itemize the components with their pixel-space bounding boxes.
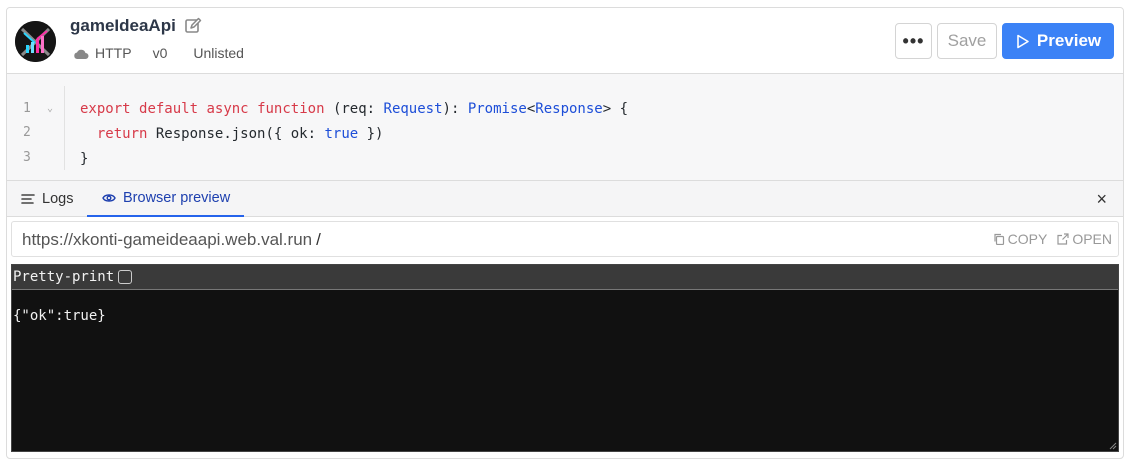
gutter-divider [64, 86, 65, 170]
line-number: 2 [23, 125, 31, 140]
pretty-print-checkbox[interactable] [118, 270, 133, 284]
pretty-print-bar: Pretty-print [12, 265, 1118, 290]
val-meta: HTTP v0 Unlisted [73, 45, 244, 61]
preview-button-label: Preview [1036, 31, 1102, 50]
preview-url-path[interactable]: / [316, 230, 321, 249]
bottom-tabs: Logs Browser preview × [7, 181, 1123, 217]
more-options-button[interactable]: ••• [895, 23, 932, 59]
tab-logs[interactable]: Logs [21, 181, 73, 217]
avatar[interactable] [15, 21, 56, 62]
val-version[interactable]: v0 [153, 45, 168, 61]
resize-grip-icon[interactable] [1108, 441, 1117, 450]
url-actions: COPY OPEN [993, 231, 1112, 247]
avatar-logo-icon [15, 21, 56, 62]
copy-url-button[interactable]: COPY [993, 231, 1048, 247]
save-button[interactable]: Save [937, 23, 997, 59]
list-icon [21, 194, 35, 204]
pencil-square-icon[interactable] [184, 17, 202, 35]
cloud-icon [73, 47, 89, 59]
val-title[interactable]: gameIdeaApi [70, 16, 176, 36]
val-visibility[interactable]: Unlisted [193, 45, 244, 61]
preview-url-host: https://xkonti-gameideaapi.web.val.run [22, 230, 313, 249]
tab-browser-preview[interactable]: Browser preview [87, 181, 245, 217]
copy-icon [994, 233, 1004, 245]
response-viewer[interactable]: Pretty-print {"ok":true} [11, 264, 1119, 452]
title-row: gameIdeaApi [70, 16, 202, 36]
preview-button[interactable]: Preview [1002, 23, 1114, 59]
pretty-print-label: Pretty-print [13, 269, 115, 285]
open-url-button[interactable]: OPEN [1057, 231, 1112, 247]
line-number: 3 [23, 150, 31, 165]
preview-url-bar: https://xkonti-gameideaapi.web.val.run / … [11, 221, 1119, 257]
val-header: gameIdeaApi HTTP v0 Unlisted ••• Save Pr… [7, 8, 1123, 74]
response-body: {"ok":true} [13, 308, 106, 324]
preview-url[interactable]: https://xkonti-gameideaapi.web.val.run / [22, 230, 321, 250]
code-line-2: return Response.json({ ok: true }) [96, 126, 384, 142]
copy-label: COPY [1007, 231, 1048, 247]
close-panel-button[interactable]: × [1096, 189, 1107, 210]
code-editor[interactable]: 1 ⌄ 2 3 export default async function (r… [7, 74, 1123, 181]
external-link-icon [1057, 233, 1069, 245]
play-icon [1017, 34, 1029, 48]
code-line-3: } [80, 151, 89, 167]
code-line-1: export default async function (req: Requ… [80, 101, 629, 117]
val-type: HTTP [95, 45, 132, 61]
tab-browser-preview-label: Browser preview [123, 190, 231, 206]
editor-gutter: 1 ⌄ 2 3 [7, 74, 65, 180]
open-label: OPEN [1072, 231, 1112, 247]
line-number: 1 [23, 101, 31, 116]
val-card: gameIdeaApi HTTP v0 Unlisted ••• Save Pr… [6, 7, 1124, 459]
fold-chevron-icon[interactable]: ⌄ [47, 103, 53, 114]
eye-icon [102, 194, 116, 202]
tab-logs-label: Logs [42, 191, 74, 207]
